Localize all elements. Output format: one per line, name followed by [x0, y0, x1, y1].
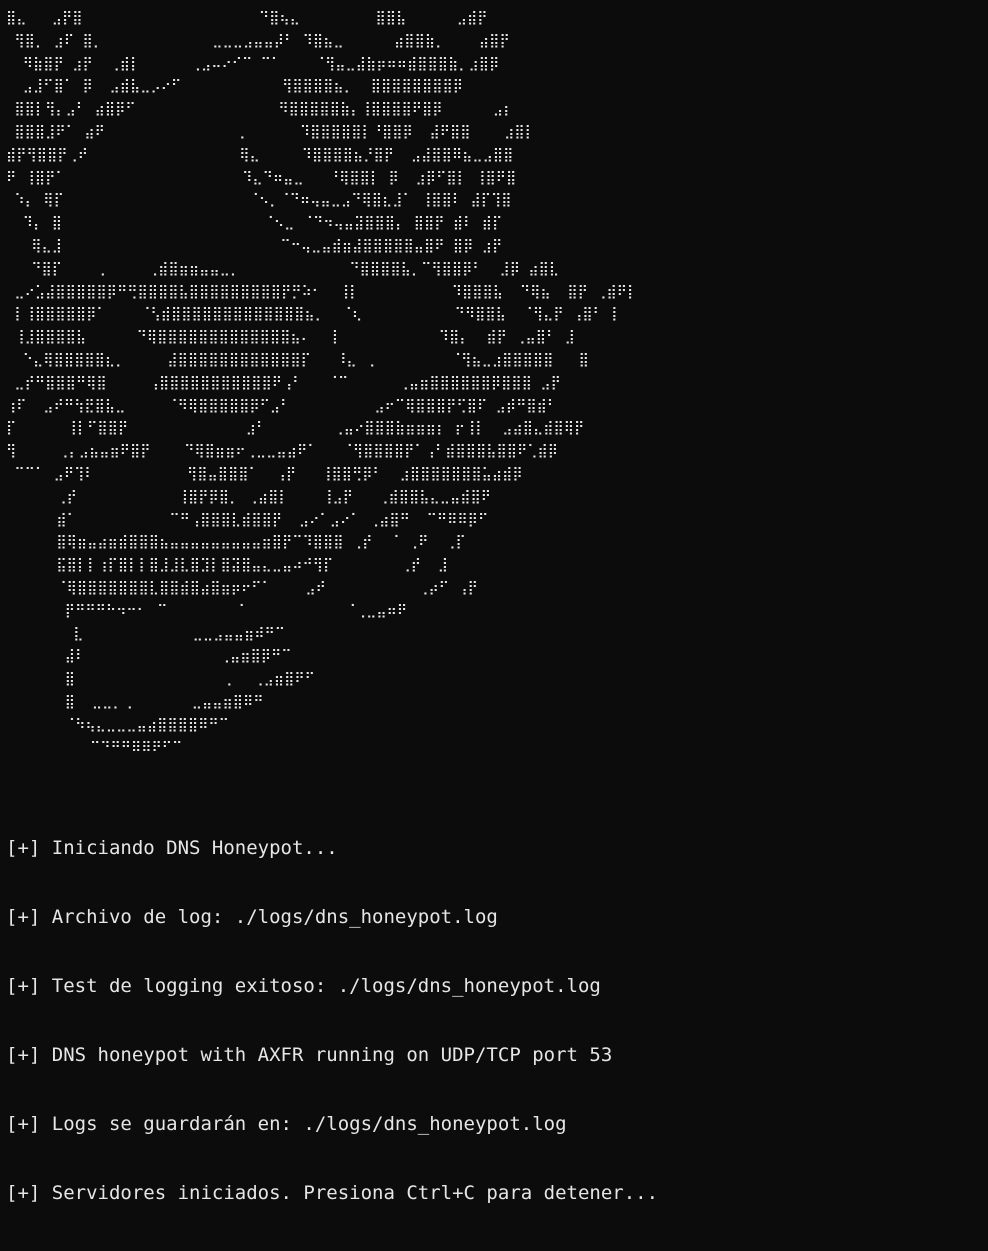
- log-line: [+] Archivo de log: ./logs/dns_honeypot.…: [6, 906, 498, 928]
- ascii-skull-banner: ⣿⣄ ⣠⡟⣿ ⠙⣿⢦⣄ ⣿⣿⣧ ⣠⣾⡟ ⢻⣿⡀ ⣰⠏ ⣿⡀ ⣀⣀⣀⣠⣤⣤⡼⠃ ⠹…: [6, 11, 638, 757]
- log-line: [+] Test de logging exitoso: ./logs/dns_…: [6, 975, 601, 997]
- log-line: [+] DNS honeypot with AXFR running on UD…: [6, 1044, 613, 1066]
- terminal-window[interactable]: ⣿⣄ ⣠⡟⣿ ⠙⣿⢦⣄ ⣿⣿⣧ ⣠⣾⡟ ⢻⣿⡀ ⣰⠏ ⣿⡀ ⣀⣀⣀⣠⣤⣤⡼⠃ ⠹…: [0, 0, 988, 1204]
- log-output: [+] Iniciando DNS Honeypot... [+] Archiv…: [6, 791, 658, 1251]
- log-line: [+] Logs se guardarán en: ./logs/dns_hon…: [6, 1113, 567, 1135]
- log-line: [+] Iniciando DNS Honeypot...: [6, 837, 338, 859]
- log-line: [+] Servidores iniciados. Presiona Ctrl+…: [6, 1182, 659, 1204]
